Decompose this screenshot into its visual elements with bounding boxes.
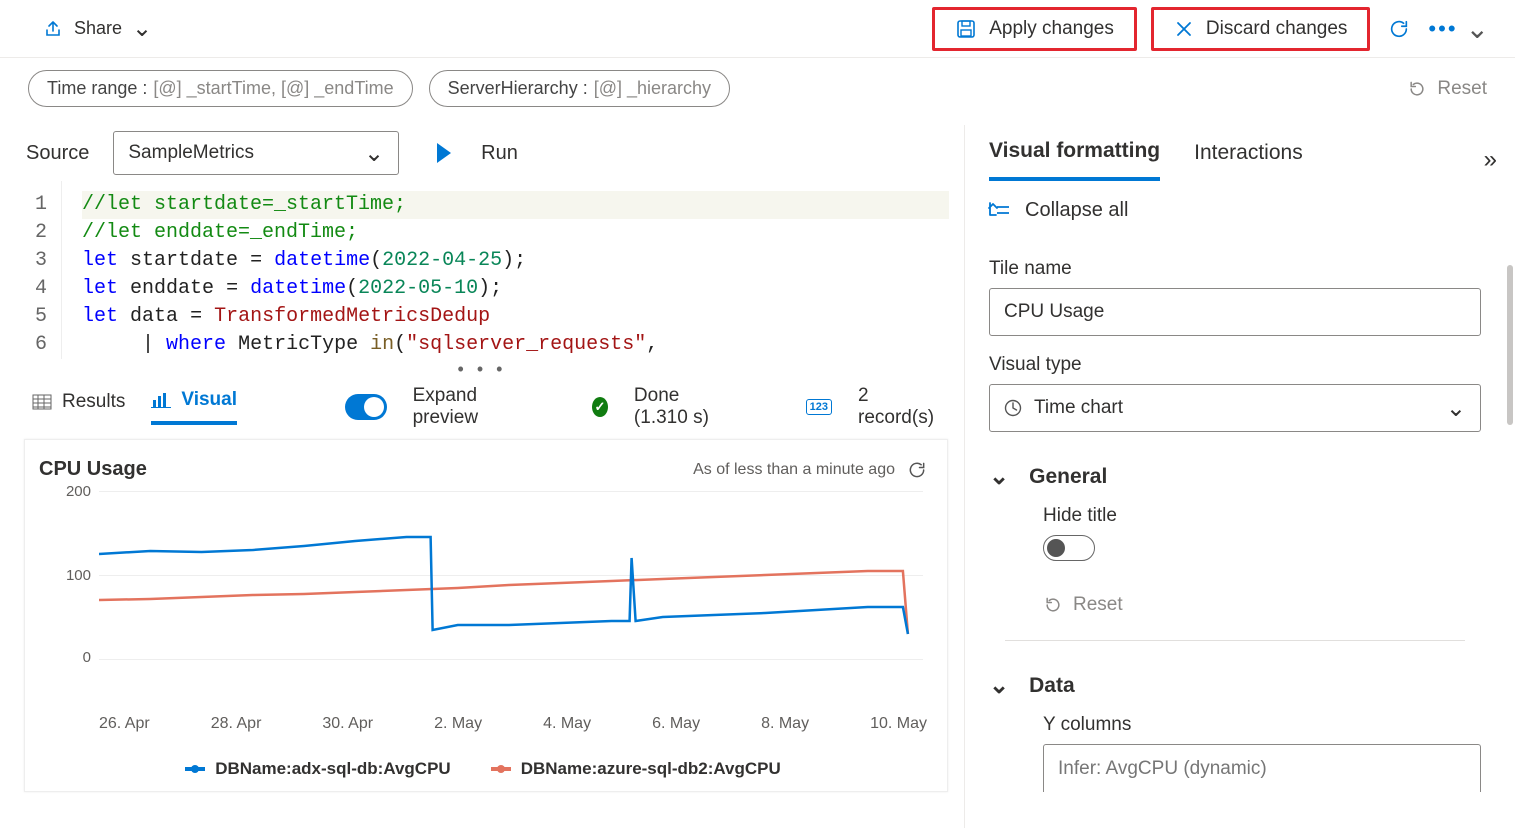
legend-item-b[interactable]: DBName:azure-sql-db2:AvgCPU (491, 759, 781, 779)
filter-time-range-value: [@] _startTime, [@] _endTime (153, 78, 393, 99)
filter-server-value: [@] _hierarchy (594, 78, 711, 99)
chart-area: 200 100 0 (39, 491, 927, 715)
discard-changes-button[interactable]: Discard changes (1164, 12, 1358, 46)
discard-changes-label: Discard changes (1206, 18, 1348, 40)
source-label: Source (26, 142, 89, 165)
tab-interactions[interactable]: Interactions (1194, 141, 1303, 179)
reset-icon (1407, 79, 1427, 99)
editor-code: //let startdate=_startTime; //let enddat… (62, 181, 964, 359)
table-icon (32, 394, 52, 410)
filter-server-label: ServerHierarchy : (448, 78, 588, 99)
collapse-all-label: Collapse all (1025, 199, 1128, 222)
refresh-button[interactable] (1384, 12, 1414, 46)
apply-changes-button[interactable]: Apply changes (945, 12, 1124, 46)
tile-name-input[interactable]: CPU Usage (989, 288, 1481, 336)
tab-visual-formatting[interactable]: Visual formatting (989, 139, 1160, 181)
run-label: Run (481, 142, 518, 165)
filters-reset-button[interactable]: Reset (1407, 78, 1487, 100)
filters-reset-label: Reset (1437, 78, 1487, 100)
legend-b-label: DBName:azure-sql-db2:AvgCPU (521, 759, 781, 779)
reset-icon (1043, 595, 1063, 615)
chart-title: CPU Usage (39, 458, 147, 481)
expand-preview-toggle[interactable] (345, 394, 387, 420)
play-icon (437, 143, 451, 163)
general-reset-label: Reset (1073, 594, 1123, 616)
chevron-down-icon: ⌄ (1466, 12, 1491, 45)
hide-title-toggle[interactable] (1043, 535, 1095, 561)
expand-preview-label: Expand preview (413, 385, 521, 429)
section-data-label: Data (1029, 674, 1075, 698)
run-button[interactable]: Run (437, 142, 518, 165)
chart-svg (99, 491, 923, 665)
editor-gutter: 123456 (0, 181, 62, 359)
code-editor[interactable]: 123456 //let startdate=_startTime; //let… (0, 181, 964, 359)
record-badge-icon: 123 (806, 399, 832, 415)
apply-changes-label: Apply changes (989, 18, 1114, 40)
apply-changes-highlight: Apply changes (932, 7, 1137, 51)
chart-icon (151, 392, 171, 408)
chevron-down-icon: ⌄ (364, 139, 384, 168)
chevron-down-icon: ⌄ (989, 462, 1009, 491)
source-select[interactable]: SampleMetrics ⌄ (113, 131, 399, 175)
status-ok-icon: ✓ (592, 397, 608, 417)
more-icon: ••• (1428, 16, 1457, 42)
clock-icon (1004, 399, 1022, 417)
ycolumns-select[interactable]: Infer: AvgCPU (dynamic) (1043, 744, 1481, 792)
chart-timestamp: As of less than a minute ago (693, 461, 895, 479)
general-reset-button[interactable]: Reset (1043, 594, 1481, 616)
tile-name-label: Tile name (989, 258, 1481, 280)
legend-swatch-blue (185, 767, 205, 771)
section-general[interactable]: ⌄ General (989, 462, 1481, 491)
ycolumns-label: Y columns (1043, 714, 1481, 736)
share-button[interactable]: Share ⌄ (44, 14, 152, 43)
expand-pane-icon[interactable]: » (1484, 146, 1497, 174)
section-data[interactable]: ⌄ Data (989, 671, 1481, 700)
refresh-icon (1388, 18, 1410, 40)
records-label: 2 record(s) (858, 385, 934, 429)
share-label: Share (74, 18, 122, 39)
more-menu-button[interactable]: ••• ⌄ (1428, 12, 1491, 45)
legend-a-label: DBName:adx-sql-db:AvgCPU (215, 759, 451, 779)
tab-results[interactable]: Results (32, 391, 125, 423)
status-done-label: Done (1.310 s) (634, 385, 735, 429)
visual-type-label: Visual type (989, 354, 1481, 376)
filter-time-range[interactable]: Time range : [@] _startTime, [@] _endTim… (28, 70, 413, 107)
ycolumns-value: Infer: AvgCPU (dynamic) (1058, 758, 1267, 780)
close-icon (1174, 19, 1194, 39)
chevron-down-icon: ⌄ (1446, 394, 1466, 423)
tab-results-label: Results (62, 391, 125, 413)
legend-item-a[interactable]: DBName:adx-sql-db:AvgCPU (185, 759, 451, 779)
legend-swatch-red (491, 767, 511, 771)
tab-visual-label: Visual (181, 389, 237, 411)
filter-time-range-label: Time range : (47, 78, 147, 99)
visual-type-value: Time chart (1034, 397, 1123, 419)
tile-name-value: CPU Usage (1004, 301, 1104, 323)
tab-visual[interactable]: Visual (151, 389, 237, 425)
collapse-all-button[interactable]: Collapse all (965, 181, 1515, 232)
scrollbar[interactable] (1507, 265, 1513, 425)
collapse-icon (987, 201, 1011, 221)
filter-server-hierarchy[interactable]: ServerHierarchy : [@] _hierarchy (429, 70, 730, 107)
editor-resize-handle[interactable]: • • • (0, 359, 964, 375)
visual-type-select[interactable]: Time chart ⌄ (989, 384, 1481, 432)
chart-refresh-icon[interactable] (907, 460, 927, 480)
save-icon (955, 18, 977, 40)
discard-changes-highlight: Discard changes (1151, 7, 1371, 51)
share-icon (44, 19, 64, 39)
chart-xticks: 26. Apr 28. Apr 30. Apr 2. May 4. May 6.… (99, 715, 927, 741)
visual-panel: CPU Usage As of less than a minute ago 2… (24, 439, 948, 792)
section-general-label: General (1029, 465, 1107, 489)
chart-legend: DBName:adx-sql-db:AvgCPU DBName:azure-sq… (39, 759, 927, 779)
chevron-down-icon: ⌄ (132, 14, 152, 43)
source-selected: SampleMetrics (128, 142, 254, 164)
hide-title-label: Hide title (1043, 505, 1481, 527)
chevron-down-icon: ⌄ (989, 671, 1009, 700)
